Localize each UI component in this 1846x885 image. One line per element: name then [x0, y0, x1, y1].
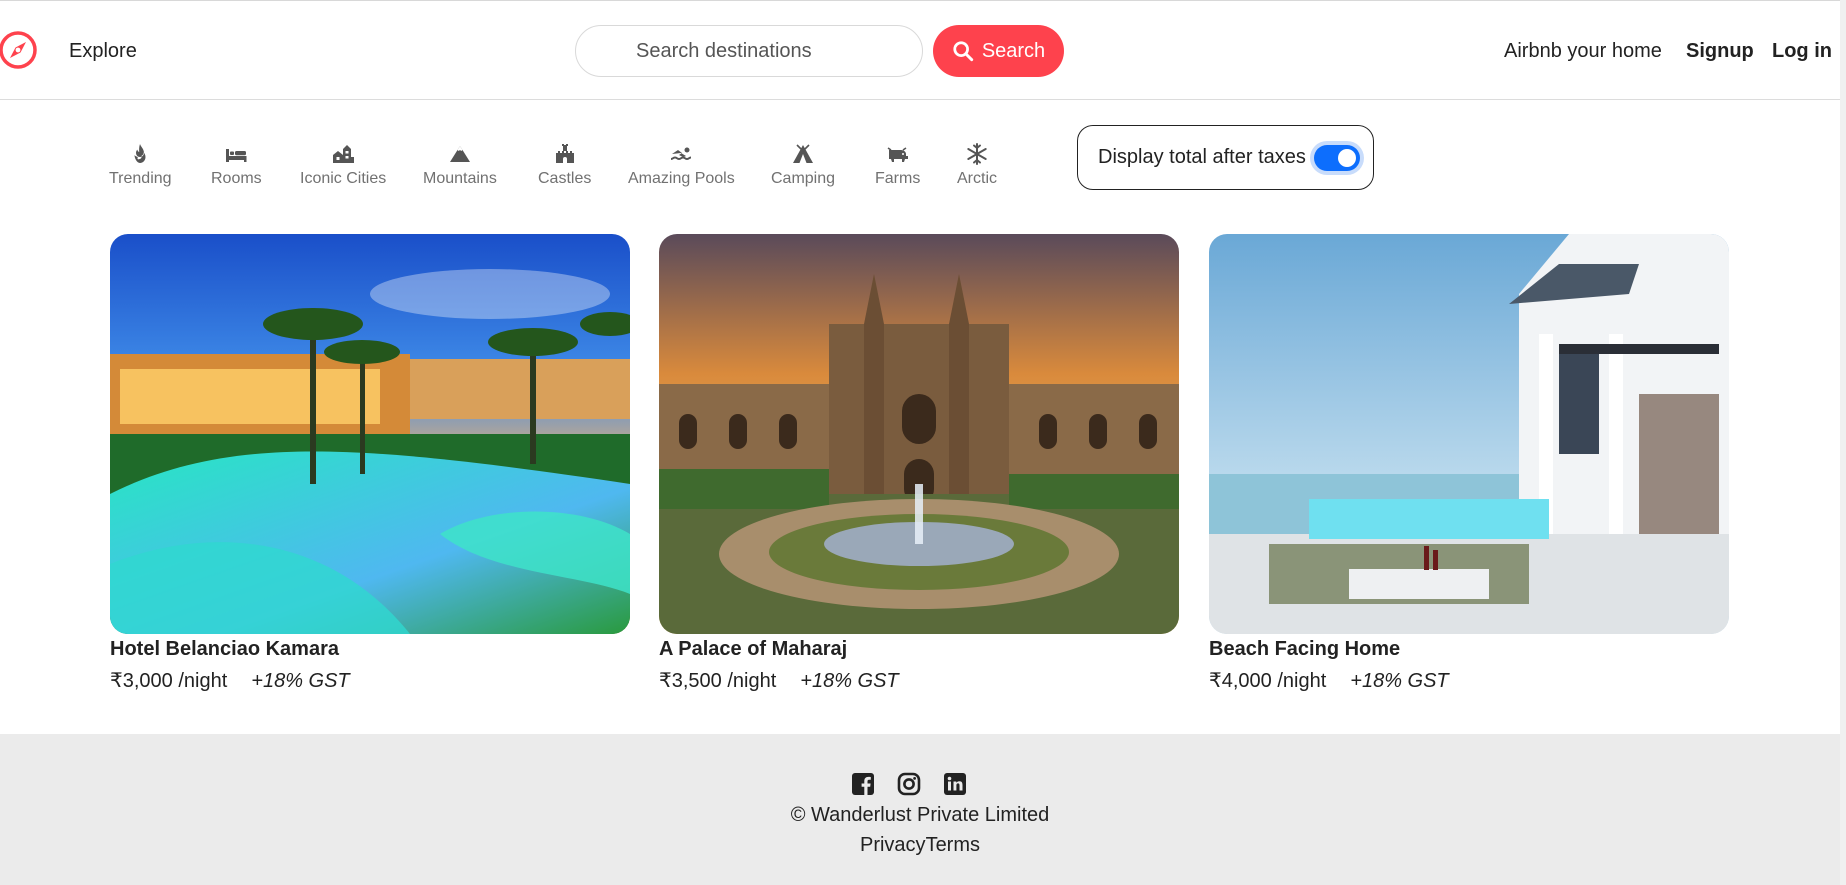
footer: © Wanderlust Private Limited PrivacyTerm…: [0, 734, 1840, 885]
gst-note: +18% GST: [1350, 670, 1449, 692]
filter-iconic-cities[interactable]: Iconic Cities: [300, 142, 386, 188]
filter-label: Arctic: [957, 170, 997, 187]
copyright-text: © Wanderlust Private Limited: [790, 804, 1050, 826]
airbnb-your-home-link[interactable]: Airbnb your home: [1504, 40, 1662, 63]
listing-price: ₹3,500 /night +18% GST: [659, 668, 899, 693]
filter-label: Farms: [875, 170, 921, 187]
price-per-night: ₹3,500 /night: [659, 670, 777, 692]
listing-title[interactable]: Beach Facing Home: [1209, 638, 1400, 661]
explore-link[interactable]: Explore: [69, 40, 137, 63]
social-links: [851, 772, 967, 796]
search-button[interactable]: Search: [933, 25, 1064, 77]
filter-label: Amazing Pools: [628, 170, 735, 187]
bed-icon: [226, 149, 247, 162]
filter-label: Iconic Cities: [300, 170, 387, 187]
search-input[interactable]: [575, 25, 923, 77]
navbar: Explore Search Airbnb your home Signup L…: [0, 0, 1840, 100]
snowflake-icon: [967, 143, 987, 165]
filter-amazing-pools[interactable]: Amazing Pools: [628, 142, 735, 188]
compass-icon[interactable]: [0, 29, 40, 71]
page-scrollbar[interactable]: [1840, 0, 1846, 885]
filter-label: Trending: [109, 170, 172, 187]
filter-rooms[interactable]: Rooms: [211, 142, 262, 188]
filter-camping[interactable]: Camping: [771, 142, 835, 188]
listing-price: ₹4,000 /night +18% GST: [1209, 668, 1449, 693]
tax-toggle-label: Display total after taxes: [1098, 146, 1306, 168]
tent-icon: [793, 144, 814, 163]
privacy-link[interactable]: Privacy: [860, 834, 926, 856]
filter-castles[interactable]: Castles: [538, 142, 591, 188]
login-link[interactable]: Log in: [1772, 40, 1832, 63]
terms-link[interactable]: Terms: [926, 834, 980, 856]
cow-icon: [887, 147, 908, 162]
linkedin-icon[interactable]: [943, 772, 967, 796]
city-icon: [333, 145, 355, 163]
gst-note: +18% GST: [800, 670, 899, 692]
listing-image[interactable]: [110, 234, 630, 634]
listing-card[interactable]: A Palace of Maharaj ₹3,500 /night +18% GS…: [659, 234, 1179, 692]
swimmer-icon: [671, 147, 692, 161]
listing-title[interactable]: Hotel Belanciao Kamara: [110, 638, 339, 661]
search-icon: [953, 41, 973, 62]
mountain-icon: [449, 146, 470, 162]
facebook-icon[interactable]: [851, 772, 875, 796]
tax-toggle-switch[interactable]: [1313, 144, 1360, 171]
castle-icon: [555, 144, 574, 163]
price-per-night: ₹4,000 /night: [1209, 670, 1327, 692]
filter-label: Camping: [771, 170, 836, 187]
instagram-icon[interactable]: [897, 772, 921, 796]
price-per-night: ₹3,000 /night: [110, 670, 228, 692]
filter-label: Rooms: [211, 170, 262, 187]
gst-note: +18% GST: [251, 670, 350, 692]
listing-image[interactable]: [659, 234, 1179, 634]
filter-farms[interactable]: Farms: [875, 142, 920, 188]
fire-icon: [134, 144, 146, 163]
filter-label: Mountains: [423, 170, 497, 187]
filter-arctic[interactable]: Arctic: [957, 142, 997, 188]
tax-toggle-box: Display total after taxes: [1077, 125, 1374, 190]
filter-mountains[interactable]: Mountains: [423, 142, 497, 188]
filter-trending[interactable]: Trending: [109, 142, 172, 188]
listing-image[interactable]: [1209, 234, 1729, 634]
listing-card[interactable]: Hotel Belanciao Kamara ₹3,000 /night +18%…: [110, 234, 630, 692]
listing-price: ₹3,000 /night +18% GST: [110, 668, 350, 693]
listing-title[interactable]: A Palace of Maharaj: [659, 638, 847, 661]
filter-label: Castles: [538, 170, 592, 187]
search-button-label: Search: [981, 39, 1046, 62]
listing-card[interactable]: Beach Facing Home ₹4,000 /night +18% GST: [1209, 234, 1729, 692]
filter-bar: Trending Rooms Iconic Cities Mountains C…: [0, 100, 1840, 220]
footer-links: PrivacyTerms: [0, 834, 1840, 857]
signup-link[interactable]: Signup: [1686, 40, 1754, 63]
